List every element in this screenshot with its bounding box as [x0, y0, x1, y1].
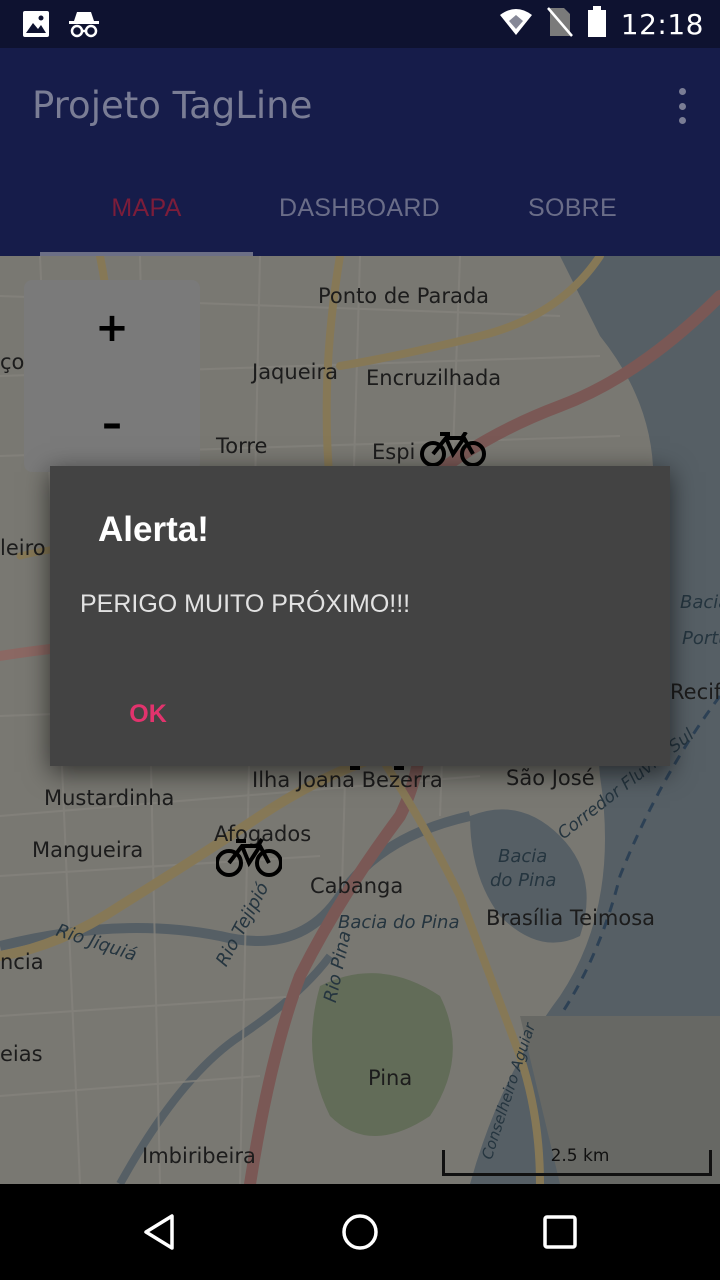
map-scale-bar: 2.5 km [442, 1146, 712, 1176]
incognito-icon [68, 10, 100, 42]
battery-icon [587, 6, 607, 42]
image-icon [22, 10, 50, 42]
zoom-out-button[interactable]: – [24, 376, 200, 472]
tab-bar: MAPA DASHBOARD SOBRE [0, 160, 720, 256]
navigation-bar [0, 1184, 720, 1280]
back-icon[interactable] [120, 1202, 200, 1262]
ok-button[interactable]: OK [108, 690, 188, 738]
zoom-control: + – [24, 280, 200, 472]
alert-dialog: Alerta! PERIGO MUITO PRÓXIMO!!! OK [50, 466, 670, 766]
app-title: Projeto TagLine [32, 84, 313, 127]
tab-dashboard[interactable]: DASHBOARD [253, 160, 466, 256]
tab-sobre[interactable]: SOBRE [466, 160, 679, 256]
more-vert-icon[interactable] [672, 88, 692, 124]
wifi-icon [499, 7, 533, 41]
map-scale-label: 2.5 km [550, 1146, 610, 1166]
home-icon[interactable] [320, 1202, 400, 1262]
status-time: 12:18 [620, 7, 704, 41]
no-sim-icon [546, 6, 573, 42]
dialog-message: PERIGO MUITO PRÓXIMO!!! [80, 590, 411, 618]
app-bar: Projeto TagLine MAPA DASHBOARD SOBRE [0, 48, 720, 256]
tab-mapa[interactable]: MAPA [40, 160, 253, 256]
zoom-in-button[interactable]: + [24, 280, 200, 376]
recents-icon[interactable] [520, 1202, 600, 1262]
status-bar: 12:18 [0, 0, 720, 48]
dialog-title: Alerta! [98, 510, 209, 549]
